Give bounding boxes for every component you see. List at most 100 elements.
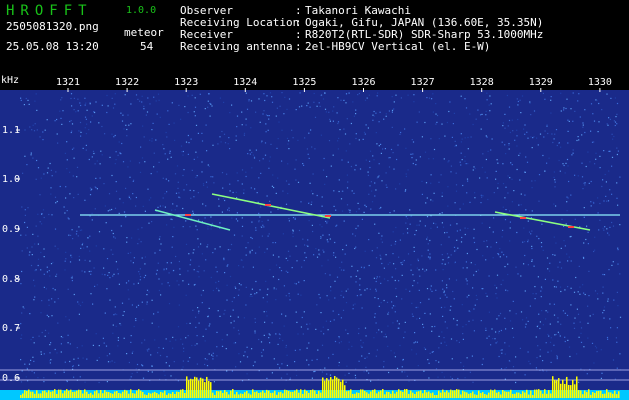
noise-speck xyxy=(301,105,303,107)
noise-speck xyxy=(401,371,403,373)
level-bar xyxy=(410,390,412,398)
noise-speck xyxy=(224,309,226,311)
level-bar xyxy=(282,393,284,398)
noise-speck xyxy=(56,118,58,121)
level-bar xyxy=(168,393,170,398)
noise-speck xyxy=(389,212,391,214)
level-bar xyxy=(148,392,150,398)
noise-speck xyxy=(111,360,113,362)
noise-speck xyxy=(268,167,270,169)
noise-speck xyxy=(473,308,475,310)
noise-speck xyxy=(473,166,475,168)
noise-speck xyxy=(435,269,437,271)
noise-speck xyxy=(508,119,511,122)
noise-speck xyxy=(254,330,256,332)
noise-speck xyxy=(254,332,256,334)
noise-speck xyxy=(81,244,83,246)
noise-speck xyxy=(426,197,428,199)
noise-speck xyxy=(72,175,74,177)
noise-speck xyxy=(144,274,147,277)
noise-speck xyxy=(455,144,457,146)
noise-speck xyxy=(375,257,378,259)
noise-speck xyxy=(508,345,510,347)
noise-speck xyxy=(417,258,419,260)
noise-speck xyxy=(485,259,487,261)
level-bar xyxy=(20,395,22,398)
noise-speck xyxy=(425,182,428,184)
noise-speck xyxy=(367,127,369,129)
noise-speck xyxy=(216,331,218,333)
noise-speck xyxy=(93,267,95,269)
noise-speck xyxy=(168,123,170,125)
noise-speck xyxy=(570,108,572,110)
noise-speck xyxy=(169,150,171,152)
noise-speck xyxy=(523,128,525,130)
noise-speck xyxy=(599,155,601,157)
noise-speck xyxy=(89,250,91,252)
noise-speck xyxy=(303,311,305,313)
noise-speck xyxy=(504,219,507,221)
noise-speck xyxy=(114,163,116,165)
noise-speck xyxy=(285,257,287,259)
noise-speck xyxy=(96,284,98,286)
noise-speck xyxy=(275,192,277,194)
noise-speck xyxy=(89,102,91,104)
noise-speck xyxy=(271,96,273,98)
noise-speck xyxy=(308,157,310,159)
noise-speck xyxy=(267,115,269,117)
level-bar xyxy=(560,383,562,398)
noise-speck xyxy=(69,261,72,263)
noise-speck xyxy=(229,148,231,150)
noise-speck xyxy=(89,103,91,105)
noise-speck xyxy=(387,311,390,313)
noise-speck xyxy=(314,116,317,118)
noise-speck xyxy=(20,99,22,101)
noise-speck xyxy=(332,353,334,355)
noise-speck xyxy=(136,363,139,366)
noise-speck xyxy=(465,278,467,280)
noise-speck xyxy=(261,355,263,357)
noise-speck xyxy=(152,122,154,124)
noise-speck xyxy=(473,237,475,239)
noise-speck xyxy=(187,111,189,114)
noise-speck xyxy=(511,119,513,121)
noise-speck xyxy=(117,337,119,339)
noise-speck xyxy=(119,198,121,200)
noise-speck xyxy=(577,100,579,102)
noise-speck xyxy=(25,376,27,378)
noise-speck xyxy=(64,212,66,214)
noise-speck xyxy=(380,238,382,240)
noise-speck xyxy=(515,381,517,384)
noise-speck xyxy=(454,140,456,142)
noise-speck xyxy=(376,349,378,351)
noise-speck xyxy=(429,313,431,315)
noise-speck xyxy=(33,342,35,344)
noise-speck xyxy=(249,250,251,252)
noise-speck xyxy=(195,316,197,318)
noise-speck xyxy=(148,348,150,350)
noise-speck xyxy=(128,280,130,282)
noise-speck xyxy=(529,101,531,103)
noise-speck xyxy=(602,273,604,276)
noise-speck xyxy=(265,131,267,133)
noise-speck xyxy=(490,246,492,248)
noise-speck xyxy=(65,316,67,318)
noise-speck xyxy=(440,306,443,309)
noise-speck xyxy=(507,273,509,276)
noise-speck xyxy=(91,115,93,117)
noise-speck xyxy=(68,234,70,236)
noise-speck xyxy=(149,139,151,141)
noise-speck xyxy=(84,381,86,383)
noise-speck xyxy=(452,290,454,293)
noise-speck xyxy=(86,358,88,360)
noise-speck xyxy=(563,164,565,167)
noise-speck xyxy=(429,258,431,260)
noise-speck xyxy=(157,311,159,313)
noise-speck xyxy=(291,267,293,269)
noise-speck xyxy=(101,273,103,275)
noise-speck xyxy=(361,218,363,220)
noise-speck xyxy=(455,184,458,186)
noise-speck xyxy=(107,105,109,107)
noise-speck xyxy=(416,267,418,269)
noise-speck xyxy=(251,295,253,297)
